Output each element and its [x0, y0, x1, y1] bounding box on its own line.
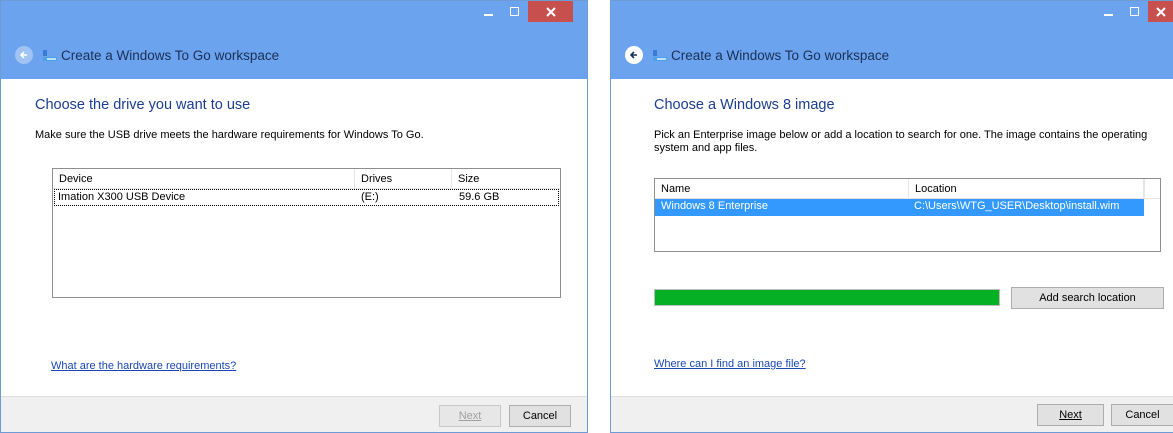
wizard-footer: Next Cancel: [1, 396, 587, 432]
table-row[interactable]: Windows 8 Enterprise C:\Users\WTG_USER\D…: [655, 199, 1144, 216]
wizard-content: Choose a Windows 8 image Pick an Enterpr…: [611, 79, 1173, 396]
wizard-content: Choose the drive you want to use Make su…: [1, 79, 587, 396]
usb-drive-icon: [42, 47, 58, 63]
maximize-button[interactable]: [502, 1, 528, 22]
wizard-footer: Next Cancel: [611, 396, 1173, 432]
image-list-header: Name Location: [655, 179, 1160, 199]
back-arrow-icon: [629, 51, 637, 59]
next-button[interactable]: Next: [439, 405, 501, 427]
close-icon: [545, 6, 556, 17]
close-icon: [1155, 6, 1166, 17]
back-button[interactable]: [625, 46, 643, 64]
maximize-icon: [510, 6, 519, 16]
column-header-size[interactable]: Size: [452, 169, 560, 188]
minimize-icon: [1104, 13, 1113, 16]
back-button[interactable]: [15, 46, 33, 64]
title-bar[interactable]: [1, 1, 587, 31]
close-button[interactable]: [1148, 1, 1173, 22]
cell-device: Imation X300 USB Device: [58, 191, 186, 203]
back-arrow-icon: [19, 51, 27, 59]
next-button-label: Next: [458, 410, 482, 422]
drive-list-header: Device Drives Size: [53, 169, 560, 189]
cancel-button[interactable]: Cancel: [1111, 404, 1173, 426]
search-progress-bar: [654, 289, 1000, 306]
next-button-label: Next: [1059, 409, 1082, 421]
hardware-requirements-link[interactable]: What are the hardware requirements?: [51, 360, 236, 372]
minimize-button[interactable]: [1096, 1, 1122, 22]
table-row[interactable]: Imation X300 USB Device (E:) 59.6 GB: [54, 189, 559, 206]
wizard-header: Create a Windows To Go workspace: [611, 31, 1173, 79]
minimize-icon: [484, 13, 493, 16]
column-header-name[interactable]: Name: [655, 179, 909, 198]
usb-drive-icon: [652, 47, 668, 63]
close-button[interactable]: [528, 1, 573, 22]
minimize-button[interactable]: [476, 1, 502, 22]
drive-selection-window: Create a Windows To Go workspace Choose …: [0, 0, 588, 433]
progress-fill: [655, 290, 999, 305]
title-bar[interactable]: [611, 1, 1173, 31]
column-header-drives[interactable]: Drives: [355, 169, 452, 188]
maximize-icon: [1130, 6, 1139, 16]
image-list[interactable]: Name Location Windows 8 Enterprise C:\Us…: [654, 178, 1161, 252]
cell-name: Windows 8 Enterprise: [661, 200, 768, 212]
caption-buttons: [476, 1, 573, 22]
page-heading: Choose the drive you want to use: [35, 97, 251, 113]
column-header-location[interactable]: Location: [909, 179, 1144, 198]
image-file-help-link[interactable]: Where can I find an image file?: [654, 358, 806, 370]
wizard-header: Create a Windows To Go workspace: [1, 31, 587, 79]
cell-drives: (E:): [361, 191, 379, 203]
caption-buttons: [1096, 1, 1173, 22]
page-description: Pick an Enterprise image below or add a …: [654, 129, 1148, 154]
next-button[interactable]: Next: [1037, 404, 1104, 426]
cancel-button[interactable]: Cancel: [509, 405, 571, 427]
wizard-title: Create a Windows To Go workspace: [61, 47, 280, 63]
maximize-button[interactable]: [1122, 1, 1148, 22]
page-heading: Choose a Windows 8 image: [654, 97, 835, 113]
image-selection-window: Create a Windows To Go workspace Choose …: [610, 0, 1173, 433]
page-description: Make sure the USB drive meets the hardwa…: [35, 129, 424, 141]
wizard-title: Create a Windows To Go workspace: [671, 47, 890, 63]
add-search-location-button[interactable]: Add search location: [1011, 287, 1164, 309]
cell-size: 59.6 GB: [459, 191, 500, 203]
header-spacer: [1144, 179, 1160, 198]
drive-list[interactable]: Device Drives Size Imation X300 USB Devi…: [52, 168, 561, 298]
column-header-device[interactable]: Device: [53, 169, 355, 188]
cell-location: C:\Users\WTG_USER\Desktop\install.wim: [914, 200, 1120, 212]
